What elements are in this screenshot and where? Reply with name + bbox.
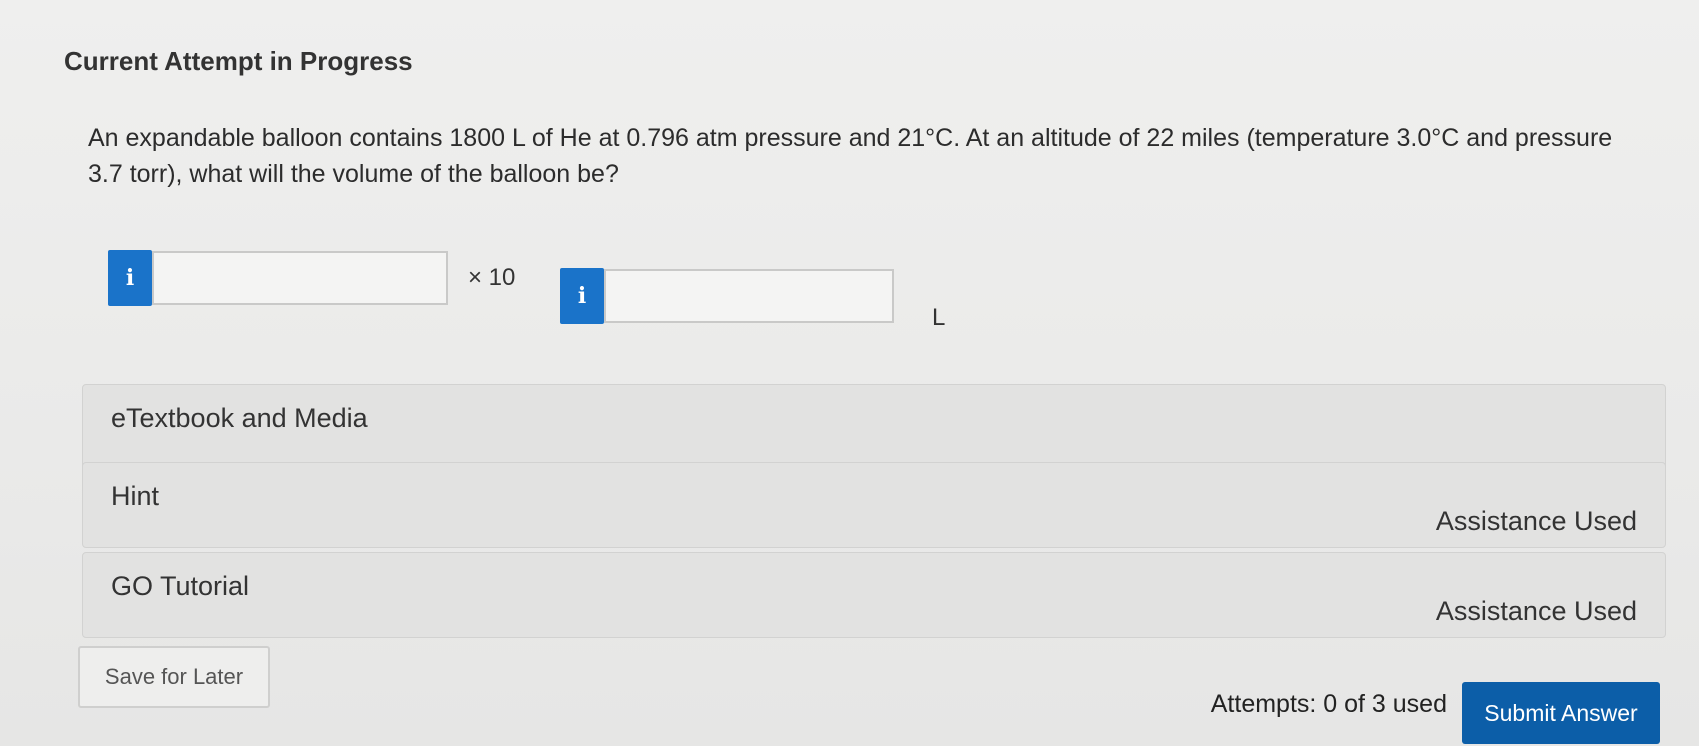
answer-row: i × 10 i L xyxy=(108,250,1008,331)
submit-answer-button[interactable]: Submit Answer xyxy=(1462,682,1660,744)
question-text: An expandable balloon contains 1800 L of… xyxy=(88,124,1613,188)
unit-label: L xyxy=(932,304,946,331)
exponent-input[interactable] xyxy=(604,269,894,323)
save-for-later-button[interactable]: Save for Later xyxy=(78,646,270,708)
panel-title: Hint xyxy=(111,481,160,511)
page-title: Current Attempt in Progress xyxy=(64,46,413,76)
info-icon[interactable]: i xyxy=(560,268,604,324)
hint-panel[interactable]: Hint Assistance Used xyxy=(82,462,1666,548)
assistance-used-label: Assistance Used xyxy=(1435,596,1637,626)
go-tutorial-panel[interactable]: GO Tutorial Assistance Used xyxy=(82,552,1666,638)
assistance-used-label: Assistance Used xyxy=(1435,506,1637,536)
assignment-page: Current Attempt in Progress An expandabl… xyxy=(0,0,1699,746)
coefficient-input[interactable] xyxy=(152,251,448,305)
panel-title: GO Tutorial xyxy=(111,571,250,601)
etextbook-media-panel[interactable]: eTextbook and Media xyxy=(82,384,1666,470)
info-icon[interactable]: i xyxy=(108,250,152,306)
panel-title: eTextbook and Media xyxy=(111,403,368,433)
times-ten-label: × 10 xyxy=(468,264,516,291)
attempts-counter: Attempts: 0 of 3 used xyxy=(1210,690,1447,718)
